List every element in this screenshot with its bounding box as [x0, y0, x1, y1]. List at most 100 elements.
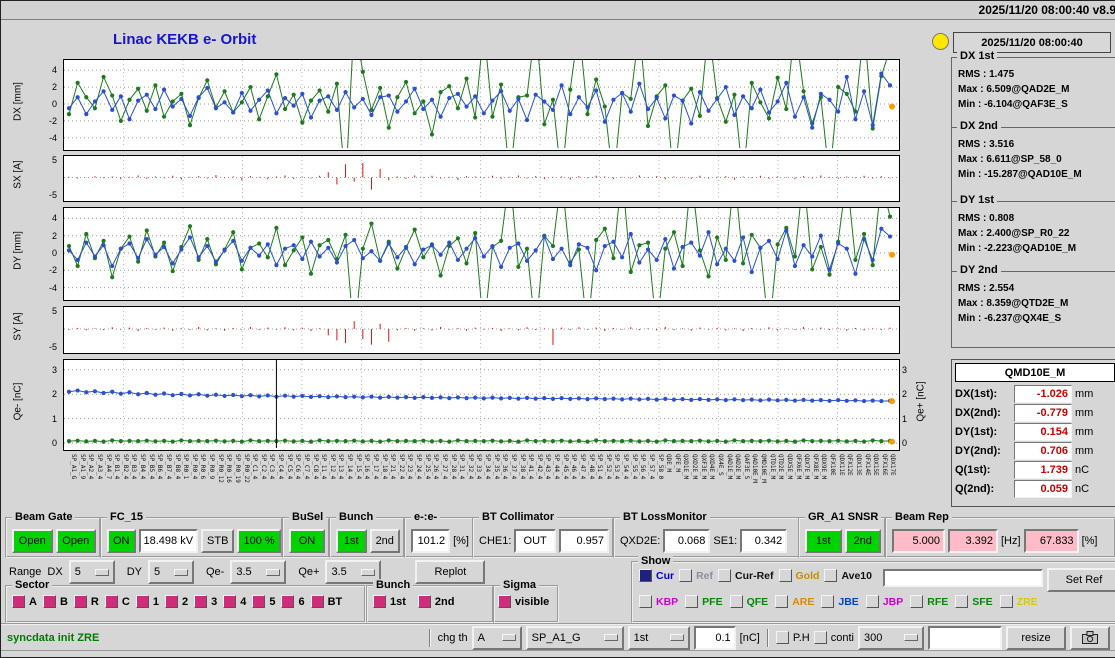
snsr-2nd-button[interactable]: 2nd	[844, 529, 881, 553]
checkbox-label: 1	[152, 595, 159, 608]
show-ave10[interactable]: Ave10	[824, 569, 872, 582]
readout-row: DY(1st): 0.154 mm	[955, 422, 1115, 441]
checkbox-label: JBE	[838, 595, 859, 608]
bpm-name-label: SP_56_4	[639, 454, 647, 480]
checkbox-indicator	[824, 569, 838, 582]
aux-field[interactable]	[928, 625, 1002, 650]
rep-count-select[interactable]: 300	[858, 625, 924, 650]
fc15-on-button[interactable]: ON	[107, 529, 136, 553]
show-ref[interactable]: Ref	[679, 569, 713, 582]
sector-3[interactable]: 3	[194, 595, 217, 608]
dx-axis-label: DX [mm]	[12, 82, 24, 121]
qxd2e-label: QXD2E:	[620, 535, 661, 547]
checkbox-label: 3	[211, 595, 218, 608]
bunch-1st-button[interactable]: 1st	[336, 529, 367, 553]
stats-min: Min : -15.287@QAD10E_M	[958, 169, 1082, 180]
che1-label: CHE1:	[479, 535, 512, 547]
sector-bt[interactable]: BT	[310, 595, 342, 608]
readout-row: DY(2nd): 0.706 mm	[955, 441, 1115, 460]
sector-b[interactable]: B	[42, 595, 68, 608]
sector-1[interactable]: 1	[135, 595, 159, 608]
replot-button[interactable]: Replot	[415, 560, 486, 584]
show-jbp[interactable]: JBP	[865, 595, 903, 608]
readout-title: QMD10E_M	[955, 363, 1115, 382]
show-zre[interactable]: ZRE	[999, 595, 1038, 608]
snsr-1st-button[interactable]: 1st	[805, 529, 842, 553]
readout-row: DX(1st): -1.026 mm	[955, 384, 1115, 403]
ph-toggle[interactable]: P.H	[775, 631, 810, 644]
range-qe-minus-label: Qe-	[205, 566, 225, 578]
show-kbp[interactable]: KBP	[639, 595, 678, 608]
bpm-name-label: SP_C6_4	[294, 454, 302, 480]
bunch-2nd-button[interactable]: 2nd	[369, 529, 400, 553]
stats-title: DX 1st	[957, 50, 998, 63]
range-row: Range DX 5 DY 5 Qe- 3.5 Qe+ 3.5 Replot	[9, 560, 486, 584]
sector-a[interactable]: A	[12, 595, 37, 608]
checkbox-label: 6	[298, 595, 305, 608]
busel-on-button[interactable]: ON	[289, 529, 325, 553]
status-indicator-lamp	[932, 33, 949, 50]
sector-5[interactable]: 5	[252, 595, 275, 608]
bunch-2nd[interactable]: 2nd	[417, 595, 454, 608]
stats-rms: RMS : 1.475	[958, 69, 1015, 80]
beam-gate-open-1-button[interactable]: Open	[12, 529, 53, 553]
qxd2e-value-field: 0.068	[663, 529, 711, 553]
sigma-visible[interactable]: visible	[498, 595, 549, 608]
dx-plot	[63, 20, 900, 188]
show-cur[interactable]: Cur	[639, 569, 674, 582]
bunch-1st[interactable]: 1st	[373, 595, 406, 608]
conti-toggle[interactable]: conti	[813, 631, 854, 644]
resize-button[interactable]: resize	[1006, 625, 1066, 650]
chg-th-label: chg th	[437, 631, 468, 644]
sector-r[interactable]: R	[73, 595, 99, 608]
range-dy-select[interactable]: 5	[147, 560, 194, 584]
checkbox-label: 1st	[390, 595, 406, 608]
orbit-monitor-window: 2025/11/20 08:00:40 v8.9 Linac KEKB e- O…	[0, 0, 1115, 658]
sector-2[interactable]: 2	[164, 595, 188, 608]
stats-min: Min : -6.104@QAF3E_S	[958, 99, 1068, 110]
bpm-select[interactable]: SP_A1_G	[525, 625, 624, 650]
range-dx-select[interactable]: 5	[68, 560, 115, 584]
bpm-name-label: SP_12_4	[328, 454, 336, 480]
ref-file-input[interactable]	[883, 569, 1043, 587]
show-cur-ref[interactable]: Cur-Ref	[718, 569, 774, 582]
sector-c[interactable]: C	[104, 595, 130, 608]
range-qe-minus-select[interactable]: 3.5	[230, 560, 287, 584]
show-jbe[interactable]: JBE	[821, 595, 859, 608]
beam-gate-open-2-button[interactable]: Open	[55, 529, 96, 553]
bunch-order-select[interactable]: 1st	[627, 625, 690, 650]
fc15-group-label: FC_15	[107, 511, 147, 524]
show-sfe[interactable]: SFE	[955, 595, 993, 608]
checkbox-label: 5	[269, 595, 276, 608]
fc15-stb-button[interactable]: STB	[201, 529, 235, 553]
bpm-name-label: SP_R0_4	[190, 454, 198, 480]
checkbox-label: PFE	[702, 595, 723, 608]
set-ref-button[interactable]: Set Ref	[1047, 568, 1115, 592]
readout-unit: nC	[1075, 482, 1090, 495]
checkbox-indicator	[999, 595, 1013, 608]
bpm-name-label: SP_23_4	[406, 454, 414, 480]
bunch-select-items: 1st 2nd	[373, 595, 489, 608]
show-pfe[interactable]: PFE	[685, 595, 723, 608]
show-are[interactable]: ARE	[775, 595, 814, 608]
axis-tick-label: 1	[51, 413, 57, 424]
camera-button[interactable]	[1070, 625, 1110, 650]
bpm-name-label: SP_R0_9	[208, 454, 215, 480]
bpm-name-label: SP_55_4	[630, 454, 638, 480]
checkbox-label: Cur-Ref	[735, 569, 774, 582]
bpm-name-label: SP_32_4	[466, 454, 474, 480]
bpm-readout-panel: QMD10E_M DX(1st): -1.026 mm DX(2nd): -0.779 m…	[951, 359, 1115, 507]
show-qfe[interactable]: QFE	[729, 595, 768, 608]
threshold-field[interactable]: 0.1	[693, 625, 736, 650]
sector-6[interactable]: 6	[281, 595, 305, 608]
sector-select[interactable]: A	[471, 625, 522, 650]
fc15-percent-button[interactable]: 100 %	[237, 529, 281, 553]
sector-4[interactable]: 4	[223, 595, 246, 608]
show-gold[interactable]: Gold	[778, 569, 819, 582]
readout-value: 1.739	[1014, 460, 1072, 479]
bt-collimator-group-label: BT Collimator	[479, 511, 558, 524]
show-rfe[interactable]: RFE	[910, 595, 948, 608]
che1-value-field: 0.957	[558, 529, 609, 553]
bunch-group: Bunch 1st 2nd	[329, 511, 405, 558]
stats-min: Min : -6.237@QX4E_S	[958, 313, 1062, 324]
